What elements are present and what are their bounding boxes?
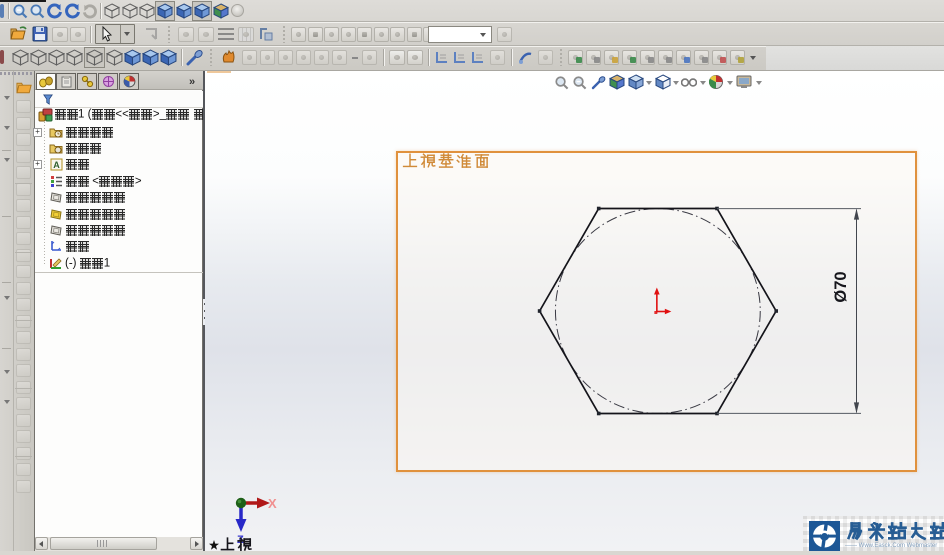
svg-text:A: A (53, 160, 60, 170)
